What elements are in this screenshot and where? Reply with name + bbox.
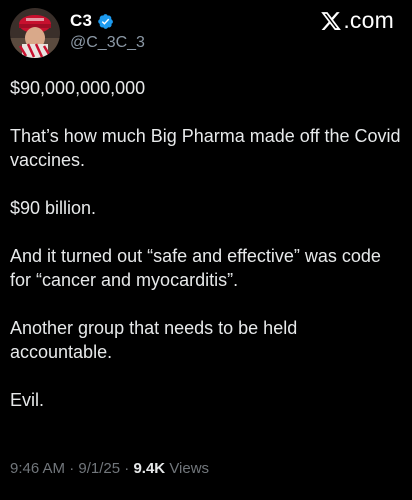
post-paragraph: That’s how much Big Pharma made off the … xyxy=(10,126,401,170)
avatar-image xyxy=(10,8,60,58)
name-row: C3 xyxy=(70,10,145,32)
meta-separator: · xyxy=(65,460,79,477)
x-brand: .com xyxy=(320,7,394,34)
post-paragraph: Evil. xyxy=(10,390,45,410)
display-name[interactable]: C3 xyxy=(70,11,92,31)
views-count: 9.4K xyxy=(133,460,166,477)
avatar[interactable] xyxy=(10,8,60,58)
post-time[interactable]: 9:46 AM xyxy=(10,460,65,477)
x-logo-icon xyxy=(321,11,342,30)
brand-label: .com xyxy=(343,7,394,33)
post-header: C3 @C_3C_3 .com xyxy=(0,0,412,70)
post-meta: 9:46 AM · 9/1/25 · 9.4K Views xyxy=(10,460,209,477)
author-info: C3 @C_3C_3 xyxy=(70,10,145,52)
views-label: Views xyxy=(169,460,210,477)
post-paragraph: $90,000,000,000 xyxy=(10,78,146,98)
post-date[interactable]: 9/1/25 xyxy=(78,460,120,477)
meta-separator: · xyxy=(120,460,134,477)
post-text: $90,000,000,000 That’s how much Big Phar… xyxy=(10,76,402,436)
post-paragraph: $90 billion. xyxy=(10,198,97,218)
user-handle[interactable]: @C_3C_3 xyxy=(70,34,145,52)
post-paragraph: Another group that needs to be held acco… xyxy=(10,318,298,362)
verified-badge-icon xyxy=(98,13,114,29)
post-paragraph: And it turned out “safe and effective” w… xyxy=(10,246,381,290)
